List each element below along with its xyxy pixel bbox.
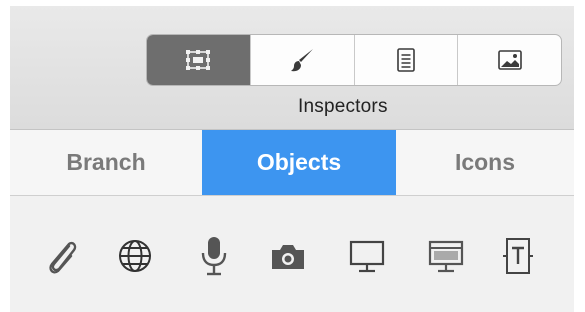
segment-style-inspector[interactable]: [249, 35, 354, 85]
object-inspector-icon: [185, 49, 211, 71]
canvas-image-icon: [497, 49, 523, 71]
tab-icons[interactable]: Icons: [396, 130, 574, 195]
presentation-icon[interactable]: [426, 234, 466, 278]
segment-canvas-inspector[interactable]: [457, 35, 561, 85]
segment-object-inspector[interactable]: [147, 35, 250, 85]
globe-icon[interactable]: [115, 234, 155, 278]
tab-branch[interactable]: Branch: [10, 130, 202, 195]
tab-bar: Branch Objects Icons: [10, 130, 574, 196]
inspectors-label: Inspectors: [298, 96, 388, 117]
camera-icon[interactable]: [268, 234, 308, 278]
paperclip-icon[interactable]: [42, 234, 82, 278]
inspector-segmented-control: [146, 34, 562, 86]
inspector-panel: Inspectors Branch Objects Icons: [10, 6, 574, 312]
objects-palette: [10, 196, 574, 312]
document-icon: [396, 47, 416, 73]
microphone-icon[interactable]: [194, 234, 234, 278]
inspector-toolbar: Inspectors: [10, 6, 574, 130]
segment-document-inspector[interactable]: [353, 35, 458, 85]
tab-objects[interactable]: Objects: [202, 130, 396, 195]
brush-icon: [288, 46, 316, 74]
monitor-icon[interactable]: [347, 234, 387, 278]
text-box-icon[interactable]: [498, 234, 538, 278]
